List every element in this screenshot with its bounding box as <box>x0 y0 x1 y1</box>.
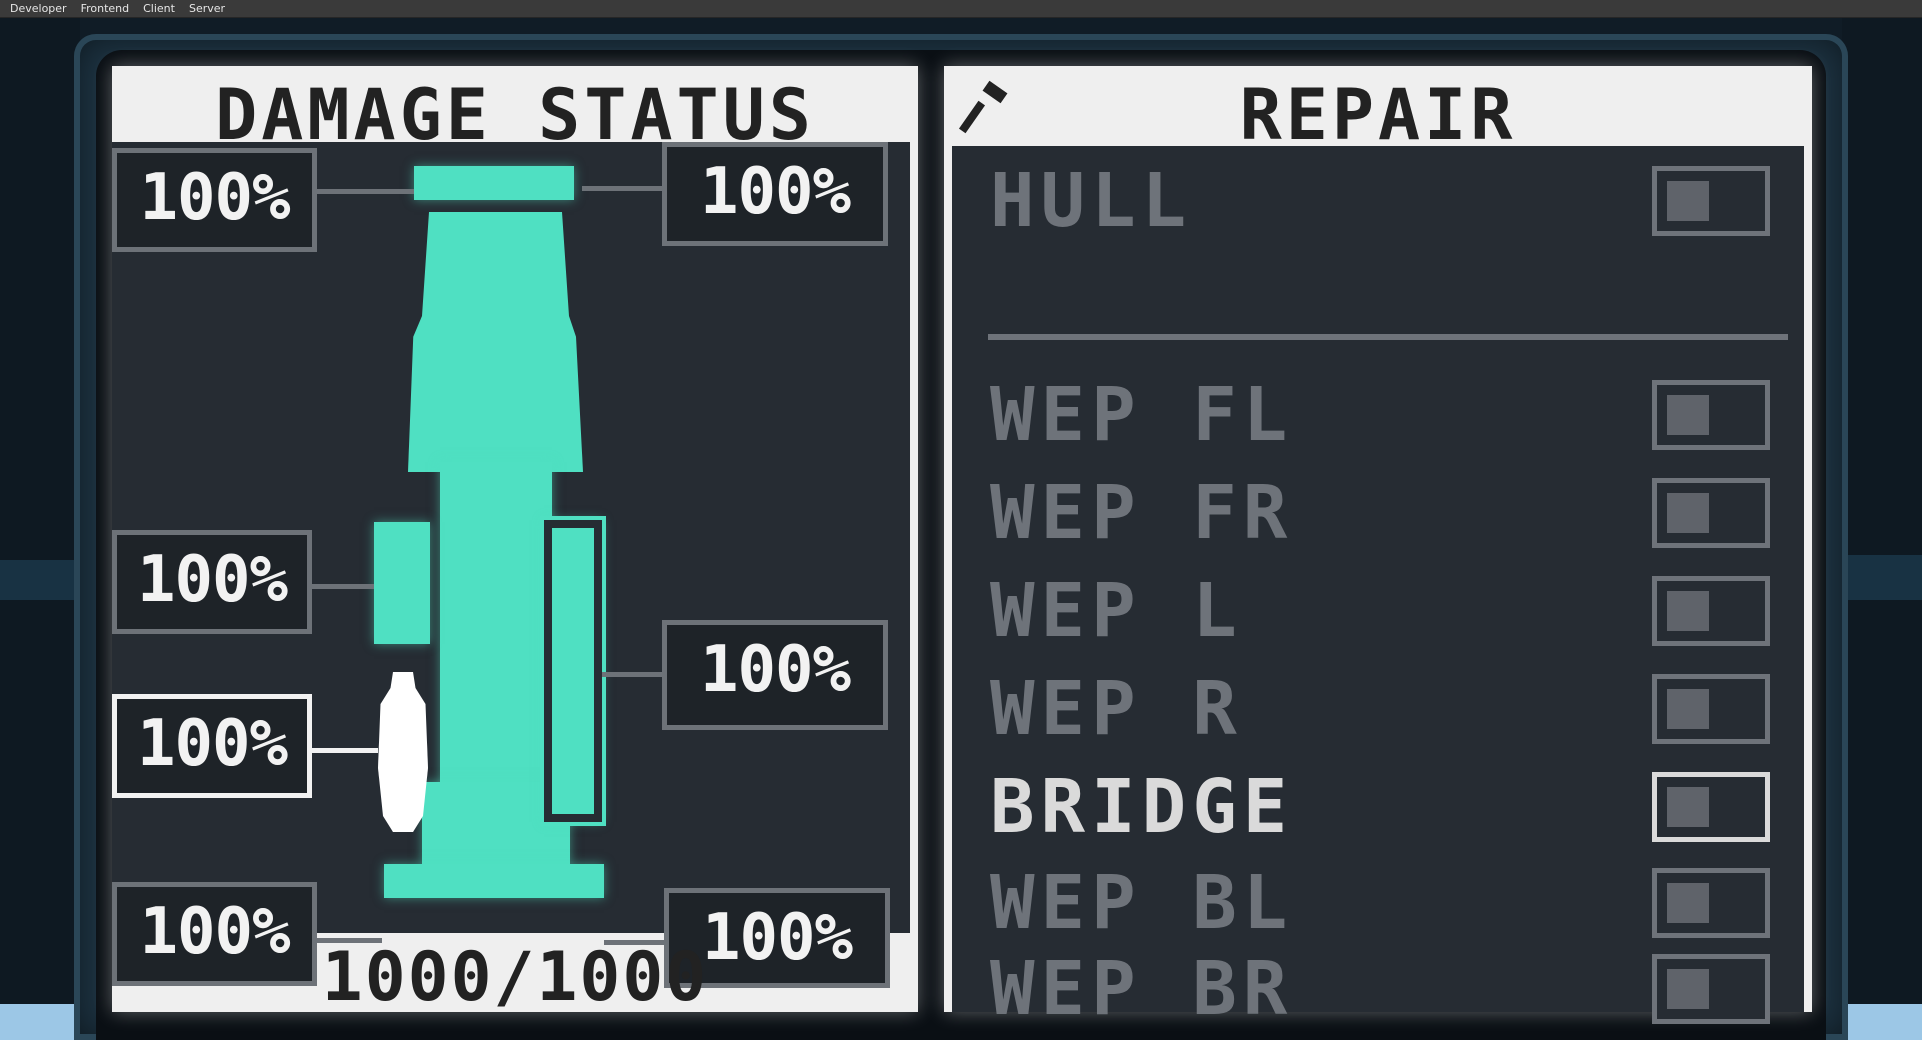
ship-diagram: 100% 100% 100% 100% 100% 100% 100% <box>112 142 910 988</box>
repair-row-wep-fr[interactable]: WEP FR <box>952 466 1804 556</box>
toggle-knob <box>1667 969 1709 1009</box>
menu-server[interactable]: Server <box>189 2 225 15</box>
hull-bottom-cap[interactable] <box>384 864 604 898</box>
toggle-knob <box>1667 181 1709 221</box>
repair-row-wep-l[interactable]: WEP L <box>952 564 1804 654</box>
hull-total-integrity: 1000/1000 <box>321 938 709 1017</box>
toggle-knob <box>1667 493 1709 533</box>
repair-toggle-wep-r[interactable] <box>1652 674 1770 744</box>
repair-toggle-bridge[interactable] <box>1652 772 1770 842</box>
repair-label-wep-r: WEP R <box>990 666 1243 752</box>
repair-divider <box>988 334 1788 340</box>
repair-row-wep-fl[interactable]: WEP FL <box>952 368 1804 458</box>
room-wall-right <box>1842 18 1922 1040</box>
repair-row-wep-br[interactable]: WEP BR <box>952 942 1804 1032</box>
toggle-knob <box>1667 689 1709 729</box>
repair-row-hull[interactable]: HULL <box>952 154 1804 244</box>
part-status-mid-left[interactable]: 100% <box>112 530 312 634</box>
repair-label-bridge: BRIDGE <box>990 764 1294 850</box>
floor-light-right <box>1842 1004 1922 1040</box>
part-status-top-left[interactable]: 100% <box>112 148 317 252</box>
room-wall-left <box>0 18 80 1040</box>
hull-bridge-selected[interactable] <box>378 672 428 832</box>
part-status-top-right[interactable]: 100% <box>662 142 888 246</box>
wire-top-right <box>582 186 662 191</box>
wire-mid-left <box>312 584 374 589</box>
toggle-knob <box>1667 883 1709 923</box>
floor-light-left <box>0 1004 80 1040</box>
repair-row-bridge[interactable]: BRIDGE <box>952 760 1804 850</box>
repair-label-wep-fr: WEP FR <box>990 470 1294 556</box>
repair-row-wep-bl[interactable]: WEP BL <box>952 856 1804 946</box>
repair-toggle-wep-br[interactable] <box>1652 954 1770 1024</box>
repair-toggle-wep-fr[interactable] <box>1652 478 1770 548</box>
repair-label-wep-fl: WEP FL <box>990 372 1294 458</box>
toggle-knob <box>1667 395 1709 435</box>
part-status-selected-left[interactable]: 100% <box>112 694 312 798</box>
repair-title: REPAIR <box>1239 74 1517 156</box>
repair-label-wep-br: WEP BR <box>990 946 1294 1032</box>
hull-right-pod[interactable] <box>540 516 606 826</box>
repair-label-wep-l: WEP L <box>990 568 1243 654</box>
repair-list: HULL WEP FL WEP FR WEP L WEP R BRIDGE WE… <box>952 146 1804 1032</box>
repair-panel: REPAIR HULL WEP FL WEP FR WEP L WEP R BR… <box>944 66 1812 1032</box>
hull-front-section[interactable] <box>408 212 583 472</box>
hull-top-cap[interactable] <box>414 166 574 200</box>
menu-developer[interactable]: Developer <box>10 2 67 15</box>
part-status-mid-right[interactable]: 100% <box>662 620 888 730</box>
hull-center-spine[interactable] <box>440 462 552 792</box>
toggle-knob <box>1667 787 1709 827</box>
repair-row-wep-r[interactable]: WEP R <box>952 662 1804 752</box>
repair-toggle-wep-bl[interactable] <box>1652 868 1770 938</box>
toggle-knob <box>1667 591 1709 631</box>
repair-toggle-wep-fl[interactable] <box>1652 380 1770 450</box>
dev-menu-bar: Developer Frontend Client Server <box>0 0 1922 18</box>
repair-label-wep-bl: WEP BL <box>990 860 1294 946</box>
wire-selected-left <box>312 748 378 753</box>
damage-status-panel: DAMAGE STATUS 100% 100% 100% 100% 100% 1… <box>112 66 918 1017</box>
repair-label-hull: HULL <box>990 158 1193 244</box>
hull-left-pod[interactable] <box>374 522 430 644</box>
repair-toggle-hull[interactable] <box>1652 166 1770 236</box>
wire-mid-right <box>602 672 662 677</box>
wire-top-left <box>317 189 414 194</box>
menu-frontend[interactable]: Frontend <box>81 2 130 15</box>
menu-client[interactable]: Client <box>143 2 175 15</box>
repair-toggle-wep-l[interactable] <box>1652 576 1770 646</box>
